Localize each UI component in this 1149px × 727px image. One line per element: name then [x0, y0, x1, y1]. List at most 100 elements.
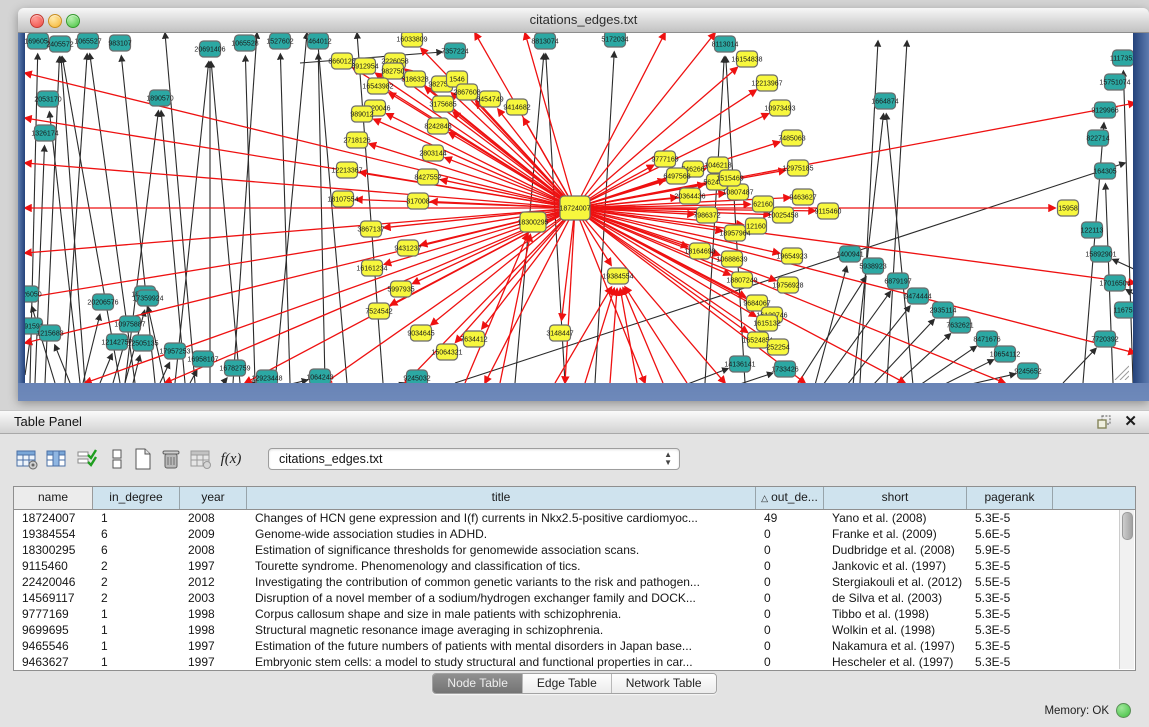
- table-cell[interactable]: 1997: [180, 558, 247, 574]
- table-cell[interactable]: 5.9E-5: [967, 542, 1053, 558]
- table-cell[interactable]: 1: [93, 510, 180, 526]
- table-cell[interactable]: Genome-wide association studies in ADHD.: [247, 526, 756, 542]
- table-cell[interactable]: 5.3E-5: [967, 510, 1053, 526]
- table-cell[interactable]: 5.3E-5: [967, 590, 1053, 606]
- table-cell[interactable]: 18724007: [14, 510, 93, 526]
- table-row[interactable]: 1872400712008Changes of HCN gene express…: [14, 510, 1135, 526]
- table-cell[interactable]: Embryonic stem cells: a model to study s…: [247, 654, 756, 670]
- table-cell[interactable]: 2009: [180, 526, 247, 542]
- table-cell[interactable]: 5.3E-5: [967, 558, 1053, 574]
- vertical-scrollbar[interactable]: [1119, 510, 1134, 669]
- scrollbar-thumb[interactable]: [1122, 512, 1133, 540]
- table-cell[interactable]: 1: [93, 606, 180, 622]
- table-cell[interactable]: 1: [93, 654, 180, 670]
- table-selector-combo[interactable]: citations_edges.txt ▲▼: [268, 448, 680, 470]
- column-header-pagerank[interactable]: pagerank: [967, 487, 1053, 509]
- table-cell[interactable]: 0: [756, 590, 824, 606]
- table-cell[interactable]: Stergiakouli et al. (2012): [824, 574, 967, 590]
- column-header-short[interactable]: short: [824, 487, 967, 509]
- column-header-name[interactable]: name: [14, 487, 93, 509]
- table-cell[interactable]: 2008: [180, 542, 247, 558]
- table-column-icon[interactable]: [44, 446, 70, 472]
- table-row[interactable]: 946554611997Estimation of the future num…: [14, 638, 1135, 654]
- tab-network-table[interactable]: Network Table: [611, 674, 716, 693]
- table-cell[interactable]: 5.3E-5: [967, 622, 1053, 638]
- table-cell[interactable]: 2003: [180, 590, 247, 606]
- table-cell[interactable]: Jankovic et al. (1997): [824, 558, 967, 574]
- table-cell[interactable]: 2008: [180, 510, 247, 526]
- table-cell[interactable]: 1998: [180, 606, 247, 622]
- select-rows-icon[interactable]: [74, 446, 100, 472]
- table-row[interactable]: 1456911722003Disruption of a novel membe…: [14, 590, 1135, 606]
- table-cell[interactable]: Wolkin et al. (1998): [824, 622, 967, 638]
- table-cell[interactable]: 22420046: [14, 574, 93, 590]
- table-cell[interactable]: 2: [93, 574, 180, 590]
- table-cell[interactable]: 1: [93, 638, 180, 654]
- table-row[interactable]: 969969511998Structural magnetic resonanc…: [14, 622, 1135, 638]
- table-cell[interactable]: 1997: [180, 654, 247, 670]
- table-cell[interactable]: 5.6E-5: [967, 526, 1053, 542]
- table-cell[interactable]: 0: [756, 654, 824, 670]
- table-cell[interactable]: 0: [756, 526, 824, 542]
- table-row[interactable]: 1938455462009Genome-wide association stu…: [14, 526, 1135, 542]
- table-cell[interactable]: 19384554: [14, 526, 93, 542]
- table-cell[interactable]: 9465546: [14, 638, 93, 654]
- table-cell[interactable]: 2012: [180, 574, 247, 590]
- table-cell[interactable]: Corpus callosum shape and size in male p…: [247, 606, 756, 622]
- table-cell[interactable]: 0: [756, 622, 824, 638]
- tab-edge-table[interactable]: Edge Table: [522, 674, 611, 693]
- network-canvas[interactable]: 1872400718300295161548381221396710973493…: [25, 33, 1133, 383]
- table-cell[interactable]: 9699695: [14, 622, 93, 638]
- table-row[interactable]: 2242004622012Investigating the contribut…: [14, 574, 1135, 590]
- table-row[interactable]: 977716911998Corpus callosum shape and si…: [14, 606, 1135, 622]
- column-header-year[interactable]: year: [180, 487, 247, 509]
- table-row[interactable]: 946362711997Embryonic stem cells: a mode…: [14, 654, 1135, 670]
- table-cell[interactable]: Tibbo et al. (1998): [824, 606, 967, 622]
- table-cell[interactable]: 2: [93, 558, 180, 574]
- table-cell[interactable]: 5.5E-5: [967, 574, 1053, 590]
- table-cell[interactable]: Franke et al. (2009): [824, 526, 967, 542]
- table-cell[interactable]: Changes of HCN gene expression and I(f) …: [247, 510, 756, 526]
- float-panel-icon[interactable]: [1097, 415, 1111, 429]
- table-settings-icon[interactable]: [14, 446, 40, 472]
- table-cell[interactable]: Tourette syndrome. Phenomenology and cla…: [247, 558, 756, 574]
- table-cell[interactable]: 5.3E-5: [967, 638, 1053, 654]
- table-cell[interactable]: 6: [93, 526, 180, 542]
- table-cell[interactable]: Nakamura et al. (1997): [824, 638, 967, 654]
- import-table-icon[interactable]: [188, 446, 214, 472]
- table-cell[interactable]: 1: [93, 622, 180, 638]
- delete-table-icon[interactable]: [158, 446, 184, 472]
- table-cell[interactable]: Estimation of significance thresholds fo…: [247, 542, 756, 558]
- table-cell[interactable]: Hescheler et al. (1997): [824, 654, 967, 670]
- new-document-icon[interactable]: [130, 446, 156, 472]
- table-cell[interactable]: 0: [756, 606, 824, 622]
- table-cell[interactable]: de Silva et al. (2003): [824, 590, 967, 606]
- table-cell[interactable]: 1998: [180, 622, 247, 638]
- table-cell[interactable]: Disruption of a novel member of a sodium…: [247, 590, 756, 606]
- column-header-out_de...[interactable]: △out_de...: [756, 487, 824, 509]
- table-cell[interactable]: 1997: [180, 638, 247, 654]
- table-row[interactable]: 911546021997Tourette syndrome. Phenomeno…: [14, 558, 1135, 574]
- function-icon[interactable]: f(x): [218, 446, 244, 472]
- tab-node-table[interactable]: Node Table: [433, 674, 522, 693]
- table-cell[interactable]: 9463627: [14, 654, 93, 670]
- table-cell[interactable]: Investigating the contribution of common…: [247, 574, 756, 590]
- table-cell[interactable]: 5.3E-5: [967, 606, 1053, 622]
- table-cell[interactable]: 5.3E-5: [967, 654, 1053, 670]
- table-cell[interactable]: Structural magnetic resonance image aver…: [247, 622, 756, 638]
- close-panel-icon[interactable]: ✕: [1124, 412, 1137, 430]
- table-cell[interactable]: 14569117: [14, 590, 93, 606]
- table-cell[interactable]: 49: [756, 510, 824, 526]
- memory-status-indicator[interactable]: [1116, 703, 1131, 718]
- column-header-title[interactable]: title: [247, 487, 756, 509]
- table-cell[interactable]: 9115460: [14, 558, 93, 574]
- table-cell[interactable]: 2: [93, 590, 180, 606]
- table-row[interactable]: 1830029562008Estimation of significance …: [14, 542, 1135, 558]
- table-cell[interactable]: 0: [756, 542, 824, 558]
- table-cell[interactable]: Yano et al. (2008): [824, 510, 967, 526]
- table-cell[interactable]: 18300295: [14, 542, 93, 558]
- table-cell[interactable]: 9777169: [14, 606, 93, 622]
- column-header-in_degree[interactable]: in_degree: [93, 487, 180, 509]
- rows-icon[interactable]: [104, 446, 130, 472]
- table-cell[interactable]: Dudbridge et al. (2008): [824, 542, 967, 558]
